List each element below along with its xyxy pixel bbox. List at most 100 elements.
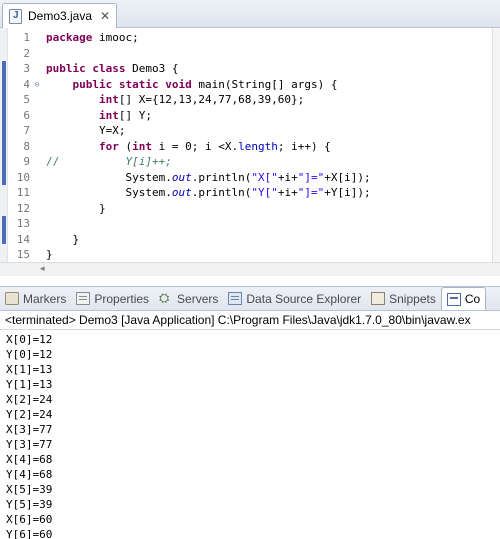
code-token: Y=X;: [46, 124, 126, 137]
view-tab-label: Servers: [177, 291, 219, 306]
code-line[interactable]: 4 ⊖ public static void main(String[] args…: [8, 77, 500, 93]
code-lines: 1 package imooc; 2 3 public class Demo3 {4 ⊖ …: [8, 30, 500, 276]
console-output-line: Y[0]=12: [6, 348, 53, 361]
view-tab-label: Properties: [94, 291, 150, 306]
code-token: class: [92, 62, 126, 75]
fold-collapse-icon[interactable]: ⊖: [32, 77, 42, 93]
code-text: public class Demo3 {: [42, 61, 178, 77]
code-token: }: [46, 232, 80, 246]
console-view[interactable]: <terminated> Demo3 [Java Application] C:…: [0, 311, 500, 539]
line-number: 8: [23, 139, 30, 153]
console-status: <terminated> Demo3 [Java Application] C:…: [0, 311, 500, 330]
code-token: +i+: [277, 186, 298, 199]
code-token: public: [72, 77, 113, 91]
code-token: }: [46, 201, 106, 215]
line-number: 7: [23, 124, 30, 137]
code-token: }: [46, 248, 53, 261]
code-token: i = 0; i <X.: [151, 139, 239, 153]
view-tab-markers[interactable]: Markers: [0, 287, 71, 310]
code-editor[interactable]: 1 package imooc; 2 3 public class Demo3 {4 ⊖ …: [0, 28, 500, 276]
line-number: 15: [16, 248, 30, 261]
code-text: for (int i = 0; i <X.length; i++) {: [42, 139, 331, 155]
code-token: void: [165, 77, 192, 91]
code-token: ; i++) {: [277, 139, 331, 153]
view-tab-properties[interactable]: Properties: [71, 287, 154, 310]
code-token: .println(: [191, 170, 252, 184]
editor-tab-demo3[interactable]: Demo3.java ✕: [2, 3, 117, 28]
code-token: int: [98, 108, 119, 122]
scope-marker: [2, 61, 6, 185]
scroll-left-icon[interactable]: ◂: [40, 264, 45, 274]
code-text: public static void main(String[] args) {: [42, 77, 338, 93]
line-number: 13: [16, 217, 30, 230]
code-token: int: [98, 93, 119, 106]
code-line[interactable]: 3 public class Demo3 {: [8, 61, 500, 77]
views-tab-bar: Markers Properties Servers Data Source Expl…: [0, 286, 500, 311]
code-token: "Y[": [251, 186, 278, 199]
code-line[interactable]: 14 }: [8, 232, 500, 248]
console-output-line: Y[1]=13: [6, 378, 53, 391]
line-number: 1: [23, 31, 30, 44]
code-token: public: [46, 62, 86, 75]
console-output-line: X[6]=60: [6, 513, 53, 526]
code-line[interactable]: 1 package imooc;: [8, 30, 500, 46]
view-tab-label: Data Source Explorer: [246, 291, 362, 306]
code-text: int[] X={12,13,24,77,68,39,60};: [42, 92, 304, 108]
code-token: "]=": [297, 170, 325, 184]
view-tab-snippets[interactable]: Snippets: [366, 287, 441, 310]
view-tab-servers[interactable]: Servers: [154, 287, 223, 310]
console-output-line: X[4]=68: [6, 453, 53, 466]
console-output-line: Y[5]=39: [6, 498, 53, 511]
console-output-line: X[0]=12: [6, 333, 53, 346]
code-line[interactable]: 6 int[] Y;: [8, 108, 500, 124]
code-token: package: [46, 31, 93, 44]
code-line[interactable]: 5 int[] X={12,13,24,77,68,39,60};: [8, 92, 500, 108]
console-output-line: Y[3]=77: [6, 438, 53, 451]
code-text: package imooc;: [42, 30, 139, 46]
console-output-line: Y[6]=60: [6, 528, 53, 539]
code-text: System.out.println("Y["+i+"]="+Y[i]);: [42, 185, 371, 201]
code-token: out: [171, 186, 192, 199]
console-output-line: X[3]=77: [6, 423, 53, 436]
view-tab-data-source-explorer[interactable]: Data Source Explorer: [223, 287, 366, 310]
console-output-line: X[5]=39: [6, 483, 53, 496]
code-text: }: [42, 247, 53, 263]
line-number: 3: [23, 62, 30, 75]
vertical-scrollbar[interactable]: [492, 28, 500, 276]
editor-tab-label: Demo3.java: [28, 9, 93, 23]
close-icon[interactable]: ✕: [100, 9, 110, 23]
console-icon: [446, 292, 461, 306]
code-token: for: [98, 139, 119, 153]
markers-icon: [5, 292, 19, 305]
line-number: 14: [16, 232, 30, 246]
properties-icon: [76, 292, 91, 305]
view-tab-co[interactable]: Co: [440, 287, 487, 310]
code-token: imooc;: [92, 31, 139, 44]
code-token: static: [118, 77, 159, 91]
code-line[interactable]: 13: [8, 216, 500, 232]
code-line[interactable]: 12 }: [8, 201, 500, 217]
snippets-icon: [371, 292, 386, 305]
code-text: System.out.println("X["+i+"]="+X[i]);: [42, 170, 370, 186]
code-token: +Y[i]);: [324, 186, 371, 199]
code-line[interactable]: 8 for (int i = 0; i <X.length; i++) {: [8, 139, 500, 155]
code-line[interactable]: 11 System.out.println("Y["+i+"]="+Y[i]);: [8, 185, 500, 201]
code-line[interactable]: 9 // Y[i]++;: [8, 154, 500, 170]
code-line[interactable]: 15}: [8, 247, 500, 263]
horizontal-scrollbar[interactable]: ◂: [0, 262, 500, 276]
code-token: main(String[] args) {: [191, 77, 338, 91]
servers-icon: [159, 290, 173, 306]
code-line[interactable]: 2: [8, 46, 500, 62]
datasource-icon: [228, 292, 243, 305]
view-tab-label: Snippets: [389, 291, 436, 306]
scope-marker: [2, 216, 6, 244]
code-token: [] X={12,13,24,77,68,39,60};: [118, 93, 305, 106]
editor-tab-bar: Demo3.java ✕: [0, 0, 500, 28]
code-line[interactable]: 7 Y=X;: [8, 123, 500, 139]
code-token: System.: [46, 186, 172, 199]
code-token: .println(: [191, 186, 252, 199]
code-line[interactable]: 10 System.out.println("X["+i+"]="+X[i]);: [8, 170, 500, 186]
